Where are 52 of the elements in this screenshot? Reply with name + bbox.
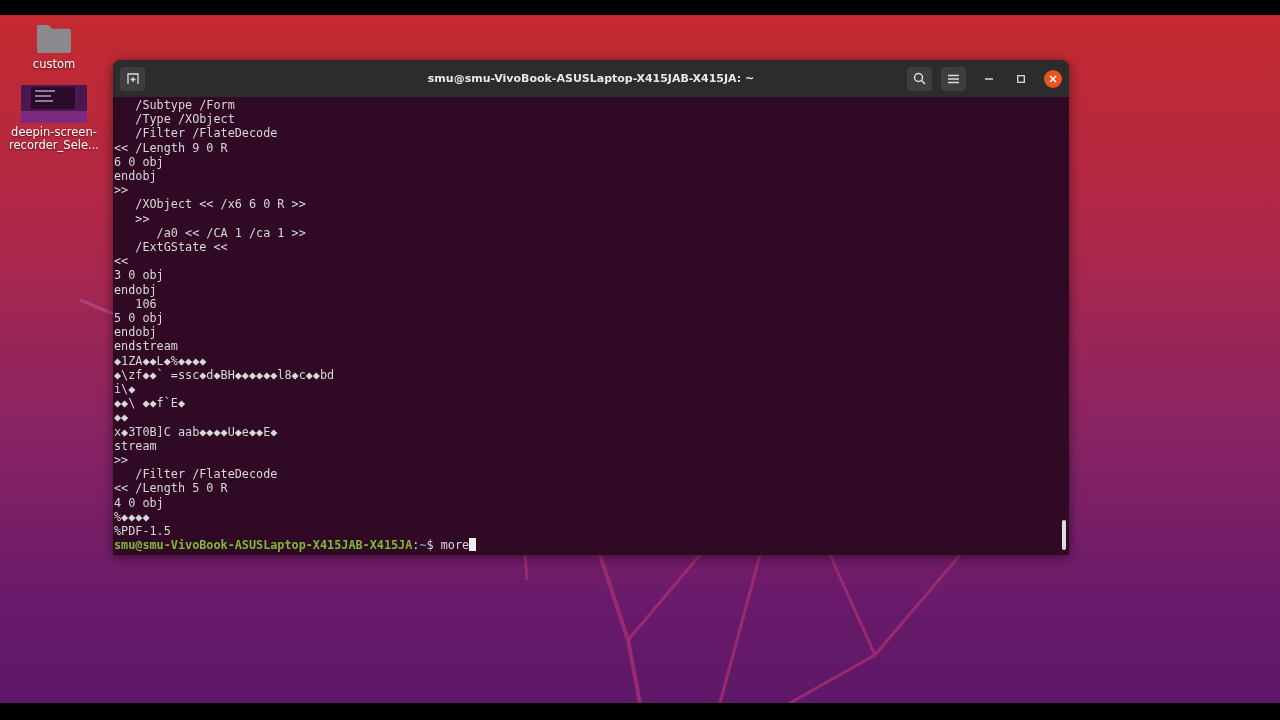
terminal-line: i\◆ <box>114 382 136 397</box>
terminal-line: /Filter /FlateDecode <box>134 126 278 141</box>
close-icon <box>1049 74 1057 83</box>
terminal-line: /a0 << /CA 1 /ca 1 >> <box>155 225 306 241</box>
prompt-symbol: $ <box>426 538 434 553</box>
terminal-line: ◆1ZA◆◆L◆%◆◆◆◆ <box>114 353 207 368</box>
prompt-user-host: smu@smu-VivoBook-ASUSLaptop-X415JAB-X415JA <box>114 538 413 553</box>
typed-command: more <box>440 538 470 553</box>
maximize-icon <box>1017 74 1025 83</box>
terminal-line: stream <box>114 438 157 454</box>
terminal-line: endstream <box>114 339 178 354</box>
terminal-line: 3 0 obj <box>114 268 164 283</box>
terminal-line: endobj <box>114 169 157 184</box>
terminal-line: ◆\zf◆◆` =ssc◆d◆BH◆◆◆◆◆◆l8◆c◆◆bd <box>114 367 335 383</box>
terminal-line: /Subtype /Form <box>134 98 235 113</box>
minimize-icon <box>985 77 993 80</box>
terminal-line: %PDF-1.5 <box>114 524 171 539</box>
terminal-line: << /Length 9 0 R <box>114 140 228 155</box>
terminal-line: endobj <box>114 282 157 297</box>
search-button[interactable] <box>907 66 932 91</box>
terminal-line: << /Length 5 0 R <box>114 481 228 496</box>
terminal-line: >> <box>134 211 150 226</box>
terminal-line: /ExtGState << <box>134 240 228 255</box>
terminal-line: >> <box>114 453 129 468</box>
terminal-line: x◆3T0B]C aab◆◆◆◆U◆e◆◆E◆ <box>114 424 278 439</box>
terminal-line: >> <box>114 183 129 198</box>
terminal-line: %◆◆◆◆ <box>114 509 150 525</box>
menu-icon <box>948 73 959 84</box>
scrollbar-thumb[interactable] <box>1062 520 1066 550</box>
terminal-line: 6 0 obj <box>114 154 164 169</box>
new-tab-button[interactable] <box>120 66 145 91</box>
terminal-line: ◆◆\ ◆◆f`E◆ <box>114 396 186 411</box>
terminal-line: 106 <box>135 296 157 312</box>
terminal-line: endobj <box>114 325 157 340</box>
text-cursor <box>469 538 477 552</box>
window-title: smu@smu-VivoBook-ASUSLaptop-X415JAB-X415JA: ~ <box>426 72 756 85</box>
menu-button[interactable] <box>941 66 966 91</box>
desktop-icon-label[interactable]: custom <box>32 58 76 71</box>
search-icon <box>913 72 926 85</box>
prompt-path: ~ <box>419 538 427 553</box>
terminal-line: /Filter /FlateDecode <box>134 467 278 482</box>
terminal-line: << <box>114 254 129 269</box>
terminal-line: ◆◆ <box>114 410 129 425</box>
desktop-icon-label[interactable]: deepin-screen-recorder_Sele... <box>6 126 102 152</box>
terminal-line: 5 0 obj <box>114 311 164 326</box>
close-button[interactable] <box>1044 69 1062 88</box>
terminal-line: 4 0 obj <box>114 495 164 510</box>
terminal-line: /XObject << /x6 6 0 R >> <box>134 197 306 212</box>
terminal-line: /Type /XObject <box>134 112 235 127</box>
thumbnail-icon[interactable] <box>21 85 87 123</box>
new-tab-icon <box>126 72 139 85</box>
prompt-separator: : <box>412 538 420 553</box>
